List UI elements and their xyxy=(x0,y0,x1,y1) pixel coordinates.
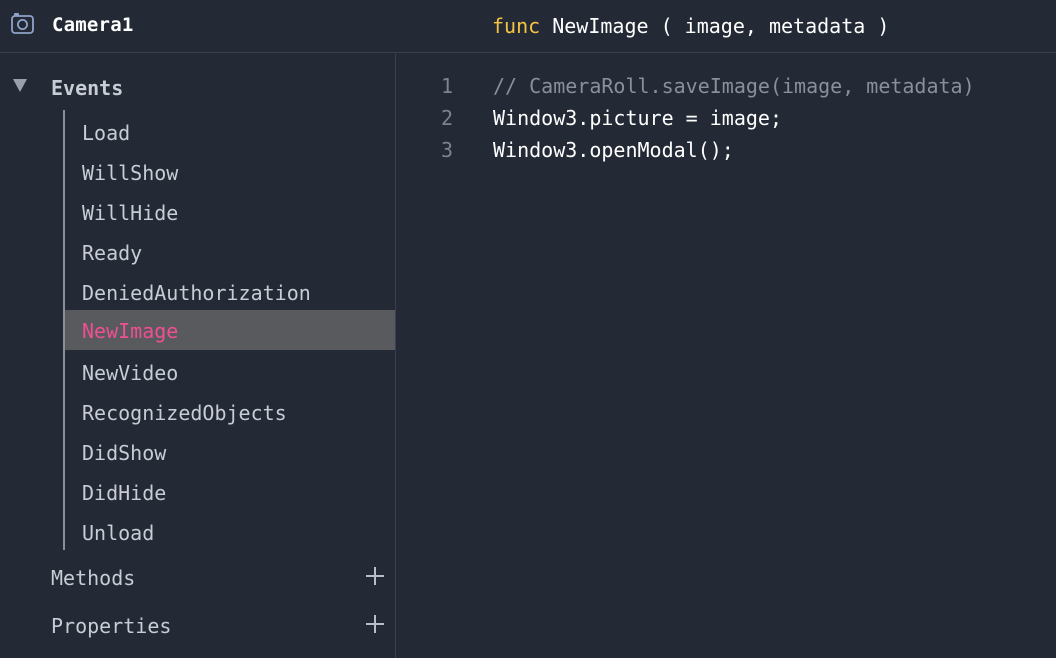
func-params: ( image, metadata ) xyxy=(648,14,890,38)
code-text[interactable]: Window3.picture = image; xyxy=(493,106,782,130)
event-item-didshow[interactable]: DidShow xyxy=(65,432,395,472)
sidebar: Events Load WillShow WillHide Ready Deni… xyxy=(0,54,396,658)
code-text[interactable]: Window3.openModal(); xyxy=(493,138,734,162)
func-keyword: func xyxy=(492,14,541,38)
events-label: Events xyxy=(51,76,124,100)
event-label: Ready xyxy=(82,241,143,265)
methods-label: Methods xyxy=(51,566,136,590)
function-signature: func NewImage ( image, metadata ) xyxy=(492,14,889,38)
event-label: Load xyxy=(82,121,131,145)
event-label: WillHide xyxy=(82,201,179,225)
event-item-newvideo[interactable]: NewVideo xyxy=(65,352,395,392)
methods-row[interactable]: Methods xyxy=(0,558,395,598)
event-item-load[interactable]: Load xyxy=(65,112,395,152)
event-label: Unload xyxy=(82,521,155,545)
line-number: 2 xyxy=(440,106,453,130)
component-name: Camera1 xyxy=(52,14,134,36)
line-number: 1 xyxy=(440,74,453,98)
event-item-newimage[interactable]: NewImage xyxy=(65,310,395,350)
properties-label: Properties xyxy=(51,614,172,638)
code-editor[interactable]: 1 // CameraRoll.saveImage(image, metadat… xyxy=(397,54,1056,658)
caret-down-icon[interactable] xyxy=(13,79,27,92)
event-label: DeniedAuthorization xyxy=(82,281,311,305)
func-name: NewImage xyxy=(552,14,649,38)
code-line[interactable]: 2 Window3.picture = image; xyxy=(397,106,1056,138)
code-text[interactable]: // CameraRoll.saveImage(image, metadata) xyxy=(493,74,975,98)
code-editor-app: Camera1 func NewImage ( image, metadata … xyxy=(0,0,1056,658)
properties-row[interactable]: Properties xyxy=(0,606,395,646)
event-item-recognizedobjects[interactable]: RecognizedObjects xyxy=(65,392,395,432)
add-property-plus-icon[interactable] xyxy=(366,615,384,633)
event-item-ready[interactable]: Ready xyxy=(65,232,395,272)
event-item-willshow[interactable]: WillShow xyxy=(65,152,395,192)
line-number: 3 xyxy=(440,138,453,162)
code-line[interactable]: 3 Window3.openModal(); xyxy=(397,138,1056,170)
event-item-didhide[interactable]: DidHide xyxy=(65,472,395,512)
camera-icon xyxy=(11,13,34,34)
event-label: DidShow xyxy=(82,441,167,465)
event-label: WillShow xyxy=(82,161,179,185)
event-label: DidHide xyxy=(82,481,167,505)
event-label: NewVideo xyxy=(82,361,179,385)
events-section-header[interactable]: Events xyxy=(0,54,395,100)
header-bar: Camera1 func NewImage ( image, metadata … xyxy=(0,0,1056,53)
event-item-willhide[interactable]: WillHide xyxy=(65,192,395,232)
event-item-deniedauthorization[interactable]: DeniedAuthorization xyxy=(65,272,395,312)
event-label: NewImage xyxy=(82,319,179,343)
add-method-plus-icon[interactable] xyxy=(366,567,384,585)
event-label: RecognizedObjects xyxy=(82,401,287,425)
code-line[interactable]: 1 // CameraRoll.saveImage(image, metadat… xyxy=(397,74,1056,106)
event-item-unload[interactable]: Unload xyxy=(65,512,395,552)
